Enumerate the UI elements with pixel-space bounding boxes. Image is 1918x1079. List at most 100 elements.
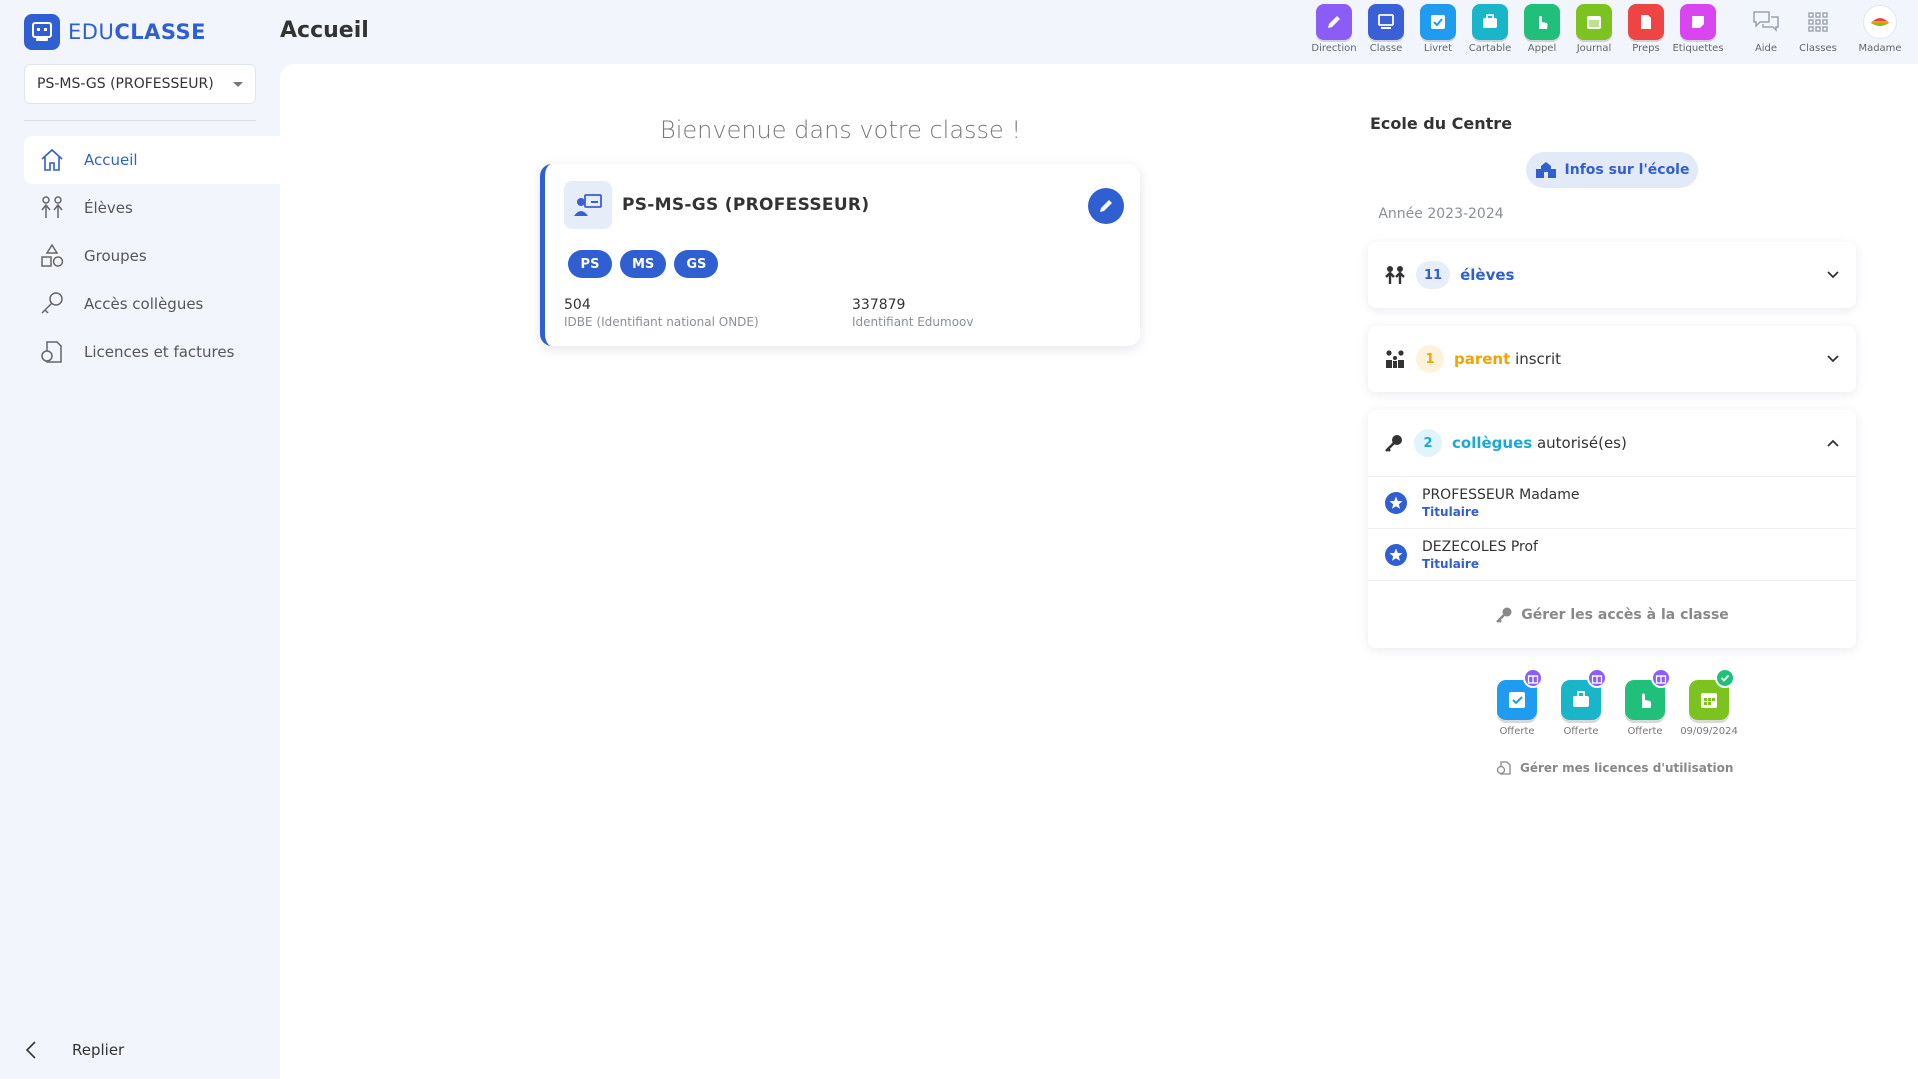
class-card[interactable]: PS-MS-GS (PROFESSEUR) PS MS GS 504 IDBE … bbox=[540, 164, 1140, 346]
app-logo[interactable]: EDUCLASSE bbox=[24, 14, 206, 50]
colleagues-label: collègues bbox=[1452, 434, 1533, 452]
calendar-icon bbox=[1576, 4, 1612, 40]
document-icon bbox=[1628, 4, 1664, 40]
idbe-field: 504 IDBE (Identifiant national ONDE) bbox=[564, 297, 852, 329]
license-journal[interactable]: 09/09/2024 bbox=[1680, 668, 1738, 737]
colleague-row[interactable]: PROFESSEUR Madame Titulaire bbox=[1368, 476, 1856, 528]
class-levels: PS MS GS bbox=[568, 250, 719, 278]
app-livret[interactable]: Livret bbox=[1412, 4, 1464, 54]
license-icon bbox=[1496, 761, 1511, 775]
brand-suffix: CLASSE bbox=[114, 20, 207, 44]
chevron-left-icon bbox=[25, 1041, 36, 1059]
collapse-label: Replier bbox=[72, 1041, 125, 1059]
sidebar: EDUCLASSE PS-MS-GS (PROFESSEUR) Accueil … bbox=[0, 0, 280, 1079]
school-year: Année 2023-2024 bbox=[1378, 206, 1504, 222]
level-badge: MS bbox=[620, 250, 667, 278]
license-livret[interactable]: Offerte bbox=[1491, 668, 1543, 737]
license-label: Offerte bbox=[1627, 726, 1663, 737]
idbe-value: 504 bbox=[564, 297, 591, 313]
colleague-row[interactable]: DEZECOLES Prof Titulaire bbox=[1368, 528, 1856, 580]
sidebar-item-label: Élèves bbox=[84, 199, 133, 217]
app-direction[interactable]: Direction bbox=[1308, 4, 1360, 54]
checkbox-icon bbox=[1420, 4, 1456, 40]
logo-icon bbox=[24, 14, 60, 50]
avatar bbox=[1862, 4, 1898, 40]
briefcase-icon bbox=[1472, 4, 1508, 40]
app-label: Cartable bbox=[1468, 43, 1512, 54]
app-label: Livret bbox=[1423, 43, 1453, 54]
parents-label: parent bbox=[1454, 350, 1511, 368]
colleague-info: PROFESSEUR Madame Titulaire bbox=[1422, 487, 1580, 519]
edumoov-id-value: 337879 bbox=[852, 297, 906, 313]
manage-licenses-label: Gérer mes licences d'utilisation bbox=[1520, 761, 1734, 775]
edumoov-id-label: Identifiant Edumoov bbox=[852, 315, 974, 329]
manage-access-label: Gérer les accès à la classe bbox=[1521, 606, 1729, 623]
app-etiquettes[interactable]: Etiquettes bbox=[1672, 4, 1724, 54]
parents-panel[interactable]: 1 parent inscrit bbox=[1368, 326, 1856, 392]
students-panel[interactable]: 11 élèves bbox=[1368, 242, 1856, 308]
license-label: 09/09/2024 bbox=[1680, 726, 1738, 737]
gift-icon bbox=[1587, 668, 1607, 688]
parents-suffix: inscrit bbox=[1515, 350, 1562, 368]
key-icon bbox=[1496, 607, 1512, 623]
app-label: Journal bbox=[1576, 43, 1612, 54]
chevron-down-icon bbox=[1827, 271, 1839, 279]
license-appel[interactable]: Offerte bbox=[1619, 668, 1671, 737]
manage-class-access-button[interactable]: Gérer les accès à la classe bbox=[1368, 580, 1856, 648]
check-icon bbox=[1715, 668, 1735, 688]
app-cartable[interactable]: Cartable bbox=[1464, 4, 1516, 54]
gift-icon bbox=[1651, 668, 1671, 688]
sidebar-item-acces-collegues[interactable]: Accès collègues bbox=[24, 280, 280, 328]
app-classe[interactable]: Classe bbox=[1360, 4, 1412, 54]
app-preps[interactable]: Preps bbox=[1620, 4, 1672, 54]
license-label: Offerte bbox=[1499, 726, 1535, 737]
school-info-button[interactable]: Infos sur l'école bbox=[1526, 152, 1698, 188]
app-label: Appel bbox=[1527, 43, 1557, 54]
colleague-role: Titulaire bbox=[1422, 556, 1479, 571]
students-icon bbox=[1385, 266, 1405, 284]
app-journal[interactable]: Journal bbox=[1568, 4, 1620, 54]
sidebar-item-licences[interactable]: Licences et factures bbox=[24, 328, 280, 376]
chevron-down-icon bbox=[1827, 355, 1839, 363]
edit-class-button[interactable] bbox=[1088, 188, 1124, 224]
sidebar-item-accueil[interactable]: Accueil bbox=[24, 136, 280, 184]
students-panel-header[interactable]: 11 élèves bbox=[1368, 242, 1856, 308]
sidebar-item-label: Groupes bbox=[84, 247, 147, 265]
sticker-icon bbox=[1680, 4, 1716, 40]
collapse-sidebar-button[interactable]: Replier bbox=[24, 1040, 124, 1060]
students-count: 11 bbox=[1416, 261, 1451, 289]
grid-icon bbox=[1800, 4, 1836, 40]
school-info-label: Infos sur l'école bbox=[1564, 162, 1690, 178]
license-list: Offerte Offerte Offerte 09/09/2024 bbox=[1491, 668, 1738, 737]
family-icon bbox=[1386, 350, 1404, 368]
class-select-value: PS-MS-GS (PROFESSEUR) bbox=[37, 76, 214, 92]
colleagues-suffix: autorisé(es) bbox=[1536, 434, 1627, 452]
divider bbox=[24, 120, 256, 121]
sidebar-item-eleves[interactable]: Élèves bbox=[24, 184, 280, 232]
colleagues-panel-header[interactable]: 2 collègues autorisé(es) bbox=[1368, 410, 1856, 476]
app-label: Madame bbox=[1858, 43, 1902, 54]
app-switcher: Direction Classe Livret Cartable Appel J… bbox=[1308, 4, 1906, 54]
sidebar-item-groupes[interactable]: Groupes bbox=[24, 232, 280, 280]
license-cartable[interactable]: Offerte bbox=[1555, 668, 1607, 737]
pencil-icon bbox=[1316, 4, 1352, 40]
students-label: élèves bbox=[1460, 266, 1515, 284]
app-label: Aide bbox=[1754, 43, 1778, 54]
app-classes[interactable]: Classes bbox=[1792, 4, 1844, 54]
manage-licenses-button[interactable]: Gérer mes licences d'utilisation bbox=[1496, 760, 1733, 776]
star-icon bbox=[1385, 543, 1407, 566]
brand-name: EDUCLASSE bbox=[68, 20, 206, 44]
shapes-icon bbox=[41, 243, 64, 267]
parents-panel-header[interactable]: 1 parent inscrit bbox=[1368, 326, 1856, 392]
user-menu[interactable]: Madame bbox=[1854, 4, 1906, 54]
app-aide[interactable]: Aide bbox=[1740, 4, 1792, 54]
level-badge: GS bbox=[674, 250, 719, 278]
key-icon bbox=[41, 292, 63, 314]
app-label: Classe bbox=[1369, 43, 1403, 54]
app-label: Classes bbox=[1799, 43, 1837, 54]
app-appel[interactable]: Appel bbox=[1516, 4, 1568, 54]
class-select[interactable]: PS-MS-GS (PROFESSEUR) bbox=[24, 64, 256, 104]
school-building-icon bbox=[1535, 162, 1556, 178]
edumoov-id-field: 337879 Identifiant Edumoov bbox=[852, 297, 1140, 329]
level-badge: PS bbox=[568, 250, 612, 278]
